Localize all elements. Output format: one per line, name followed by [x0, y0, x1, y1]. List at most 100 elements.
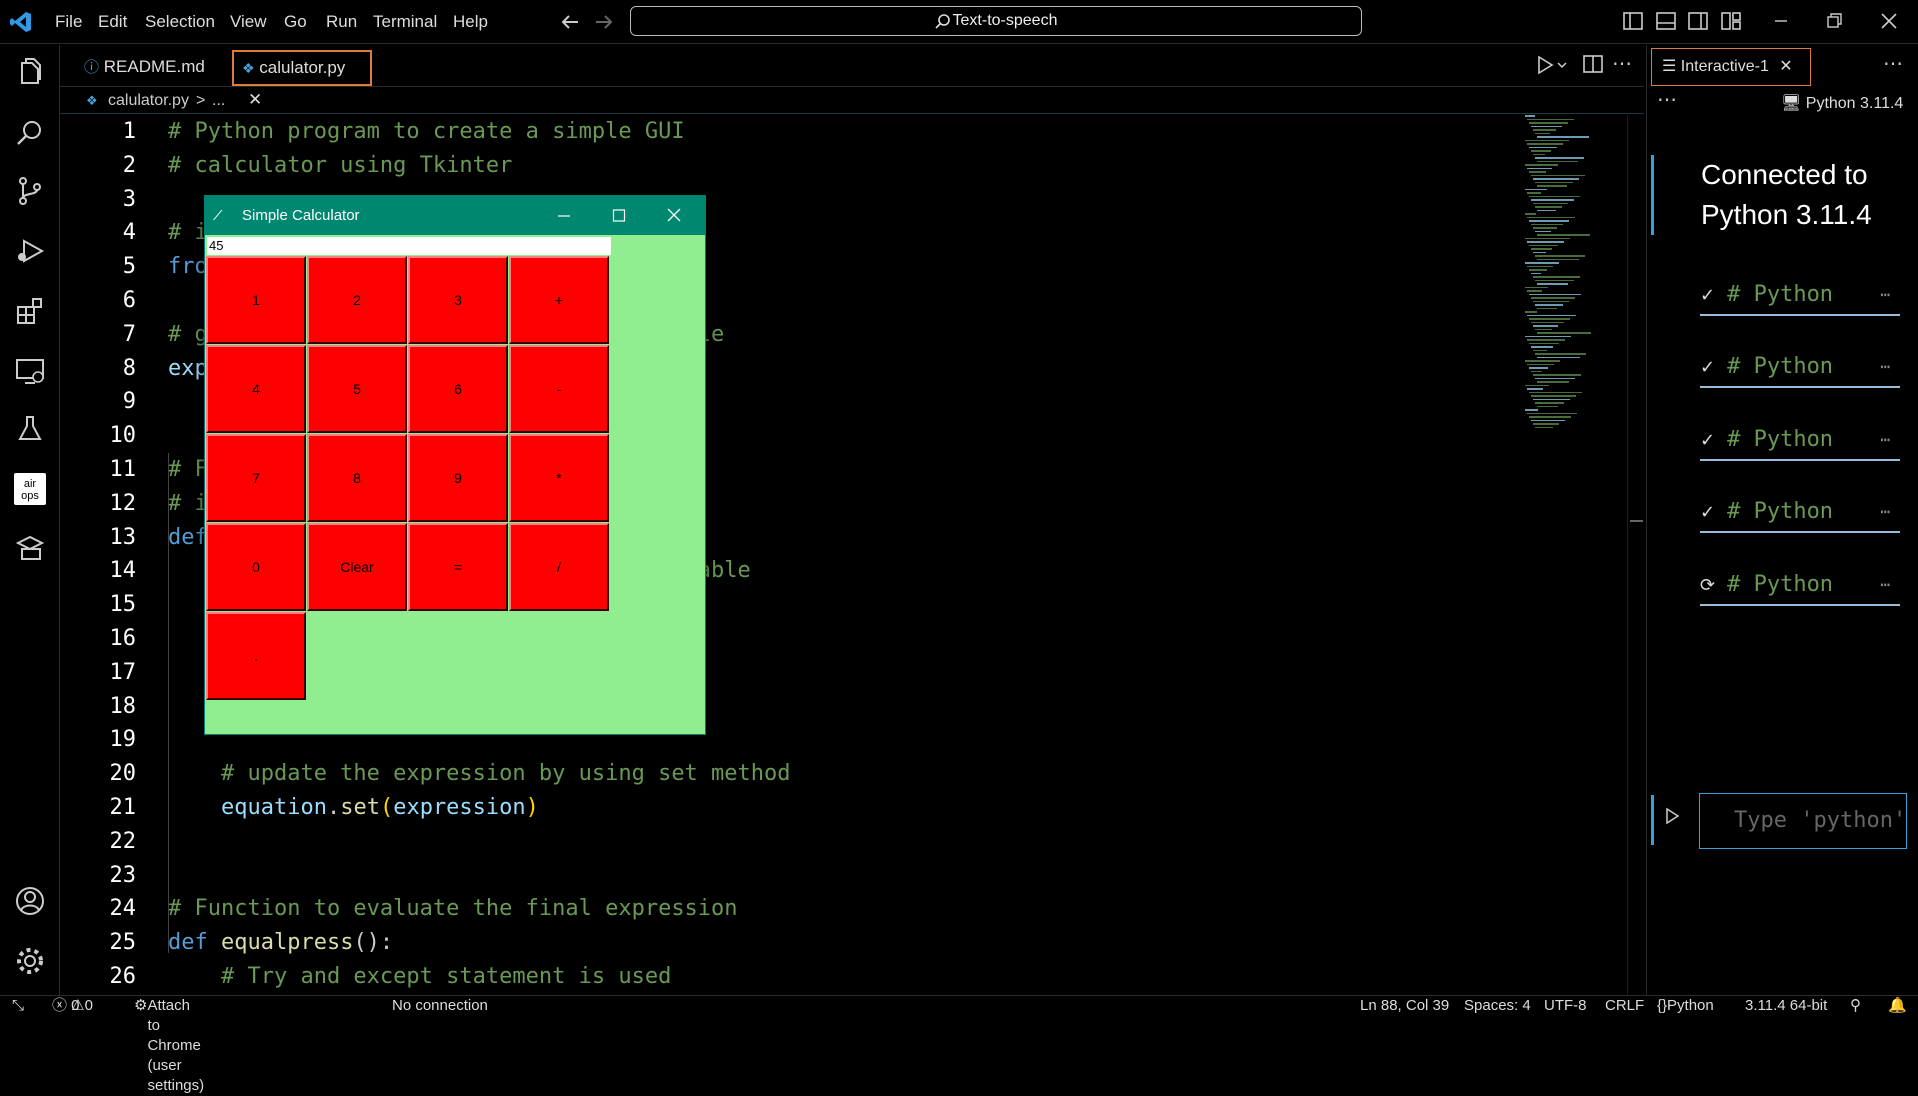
cursor-position[interactable]: Ln 88, Col 39 [1360, 996, 1449, 1016]
customize-layout-icon[interactable] [1720, 10, 1744, 34]
menu-file[interactable]: File [55, 0, 82, 44]
search-activity-icon[interactable] [14, 117, 46, 149]
explorer-icon[interactable] [14, 57, 46, 89]
line-number: 16 [109, 626, 137, 651]
more-actions-icon[interactable]: ⋯ [1883, 51, 1903, 76]
cell-more-icon[interactable]: ⋯ [1880, 419, 1890, 461]
calc-button[interactable]: 6 [408, 345, 508, 433]
menu-go[interactable]: Go [284, 0, 307, 44]
line-ending[interactable]: CRLF [1605, 996, 1644, 1016]
accounts-icon[interactable] [14, 885, 46, 917]
notifications-icon[interactable]: 🔔 [1888, 996, 1907, 1016]
testing-icon[interactable] [14, 413, 46, 445]
minimap-line [1533, 276, 1580, 278]
menu-view[interactable]: View [230, 0, 267, 44]
interactive-cell[interactable]: ⟳ # Python ⋯ [1700, 564, 1900, 606]
calculator-display[interactable]: 45 [207, 237, 611, 255]
toggle-panel-icon[interactable] [1655, 10, 1679, 34]
python-interpreter[interactable]: 3.11.4 64-bit [1745, 996, 1827, 1016]
interactive-cell[interactable]: ✓ # Python ⋯ [1700, 419, 1900, 461]
code-token: def [168, 930, 221, 956]
minimap[interactable] [1525, 115, 1605, 445]
gear-icon[interactable] [14, 945, 46, 977]
cell-more-icon[interactable]: ⋯ [1880, 346, 1890, 388]
encoding[interactable]: UTF-8 [1544, 996, 1587, 1016]
calc-button[interactable]: 1 [206, 256, 306, 344]
toggle-primary-sidebar-icon[interactable] [1622, 10, 1646, 34]
breadcrumb-file[interactable]: calulator.py [108, 88, 189, 114]
calc-button[interactable]: 0 [206, 523, 306, 611]
editor-scrollbar[interactable] [1627, 115, 1644, 995]
tab-readme[interactable]: ⓘ README.md [72, 50, 232, 86]
tab-calulator[interactable]: ❖ calulator.py ✕ [232, 50, 372, 109]
containers-icon[interactable] [14, 533, 46, 565]
extensions-icon[interactable] [14, 295, 46, 327]
remote-indicator-icon[interactable]: ⤡ [12, 996, 24, 1016]
language-mode[interactable]: {} Python [1657, 996, 1714, 1016]
minimap-line [1537, 136, 1589, 138]
calc-button[interactable]: 8 [307, 434, 407, 522]
calc-button[interactable]: 5 [307, 345, 407, 433]
calc-button[interactable]: 2 [307, 256, 407, 344]
breadcrumb-rest[interactable]: ... [212, 88, 225, 114]
calc-button[interactable]: 3 [408, 256, 508, 344]
close-tab-icon[interactable]: ✕ [1779, 58, 1792, 75]
calc-button[interactable]: + [509, 256, 609, 344]
airops-icon[interactable]: air ops [14, 473, 46, 505]
calc-button[interactable]: - [509, 345, 609, 433]
minimap-line [1535, 255, 1585, 257]
close-window-icon[interactable] [1878, 10, 1902, 34]
calc-button[interactable]: 9 [408, 434, 508, 522]
source-control-icon[interactable] [14, 175, 46, 207]
scrollbar-thumb[interactable] [1630, 520, 1643, 522]
cell-more-icon[interactable]: ⋯ [1880, 274, 1890, 316]
calc-button[interactable]: 7 [206, 434, 306, 522]
attach-chrome[interactable]: ⚙ Attach to Chrome (user settings) [134, 996, 204, 1094]
command-center-search[interactable]: Text-to-speech [630, 6, 1362, 36]
calculator-title-bar[interactable]: ⁄ Simple Calculator [205, 196, 705, 235]
menu-selection[interactable]: Selection [145, 0, 215, 44]
calc-button[interactable]: = [408, 523, 508, 611]
problems-indicator[interactable]: ⓧ 0 ⚠ 0 [52, 996, 93, 1016]
chevron-down-icon[interactable] [1556, 59, 1568, 71]
run-file-icon[interactable] [1533, 53, 1557, 77]
forward-arrow-icon[interactable] [592, 10, 616, 34]
kernel-selector[interactable]: 🖥 Python 3.11.4 [1781, 93, 1903, 113]
connection-status[interactable]: No connection [392, 996, 488, 1016]
code-token: equation [168, 795, 327, 820]
minimap-line [1535, 157, 1584, 159]
menu-edit[interactable]: Edit [98, 0, 127, 44]
interactive-cell[interactable]: ✓ # Python ⋯ [1700, 274, 1900, 316]
feedback-icon[interactable]: ⚲ [1850, 996, 1861, 1016]
interactive-cell[interactable]: ✓ # Python ⋯ [1700, 346, 1900, 388]
minimap-line [1527, 339, 1565, 341]
menu-run[interactable]: Run [326, 0, 357, 44]
minimize-window-icon[interactable] [557, 196, 571, 235]
calc-button[interactable]: Clear [307, 523, 407, 611]
calc-button[interactable]: . [206, 612, 306, 700]
cell-more-icon[interactable]: ⋯ [1880, 491, 1890, 533]
tab-interactive[interactable]: ☰ Interactive-1 ✕ [1651, 48, 1811, 86]
menu-terminal[interactable]: Terminal [373, 0, 437, 44]
restore-window-icon[interactable] [1823, 10, 1847, 34]
calc-button[interactable]: 4 [206, 345, 306, 433]
menu-help[interactable]: Help [453, 0, 488, 44]
close-window-icon[interactable] [667, 196, 681, 235]
run-debug-icon[interactable] [14, 235, 46, 267]
panel-more-icon[interactable]: ⋯ [1657, 87, 1677, 112]
indentation[interactable]: Spaces: 4 [1464, 996, 1531, 1016]
interactive-cell[interactable]: ✓ # Python ⋯ [1700, 491, 1900, 533]
toggle-secondary-sidebar-icon[interactable] [1687, 10, 1711, 34]
calc-button[interactable]: / [509, 523, 609, 611]
back-arrow-icon[interactable] [558, 10, 582, 34]
more-actions-icon[interactable]: ⋯ [1612, 51, 1632, 76]
execute-icon[interactable] [1663, 807, 1681, 825]
minimize-window-icon[interactable] [1770, 10, 1794, 34]
interactive-input[interactable]: Type 'python' [1699, 793, 1907, 849]
calc-button[interactable]: * [509, 434, 609, 522]
remote-explorer-icon[interactable] [14, 355, 46, 387]
maximize-window-icon[interactable] [612, 196, 626, 235]
split-editor-icon[interactable] [1582, 53, 1606, 77]
minimap-line [1527, 167, 1552, 169]
cell-more-icon[interactable]: ⋯ [1880, 564, 1890, 606]
